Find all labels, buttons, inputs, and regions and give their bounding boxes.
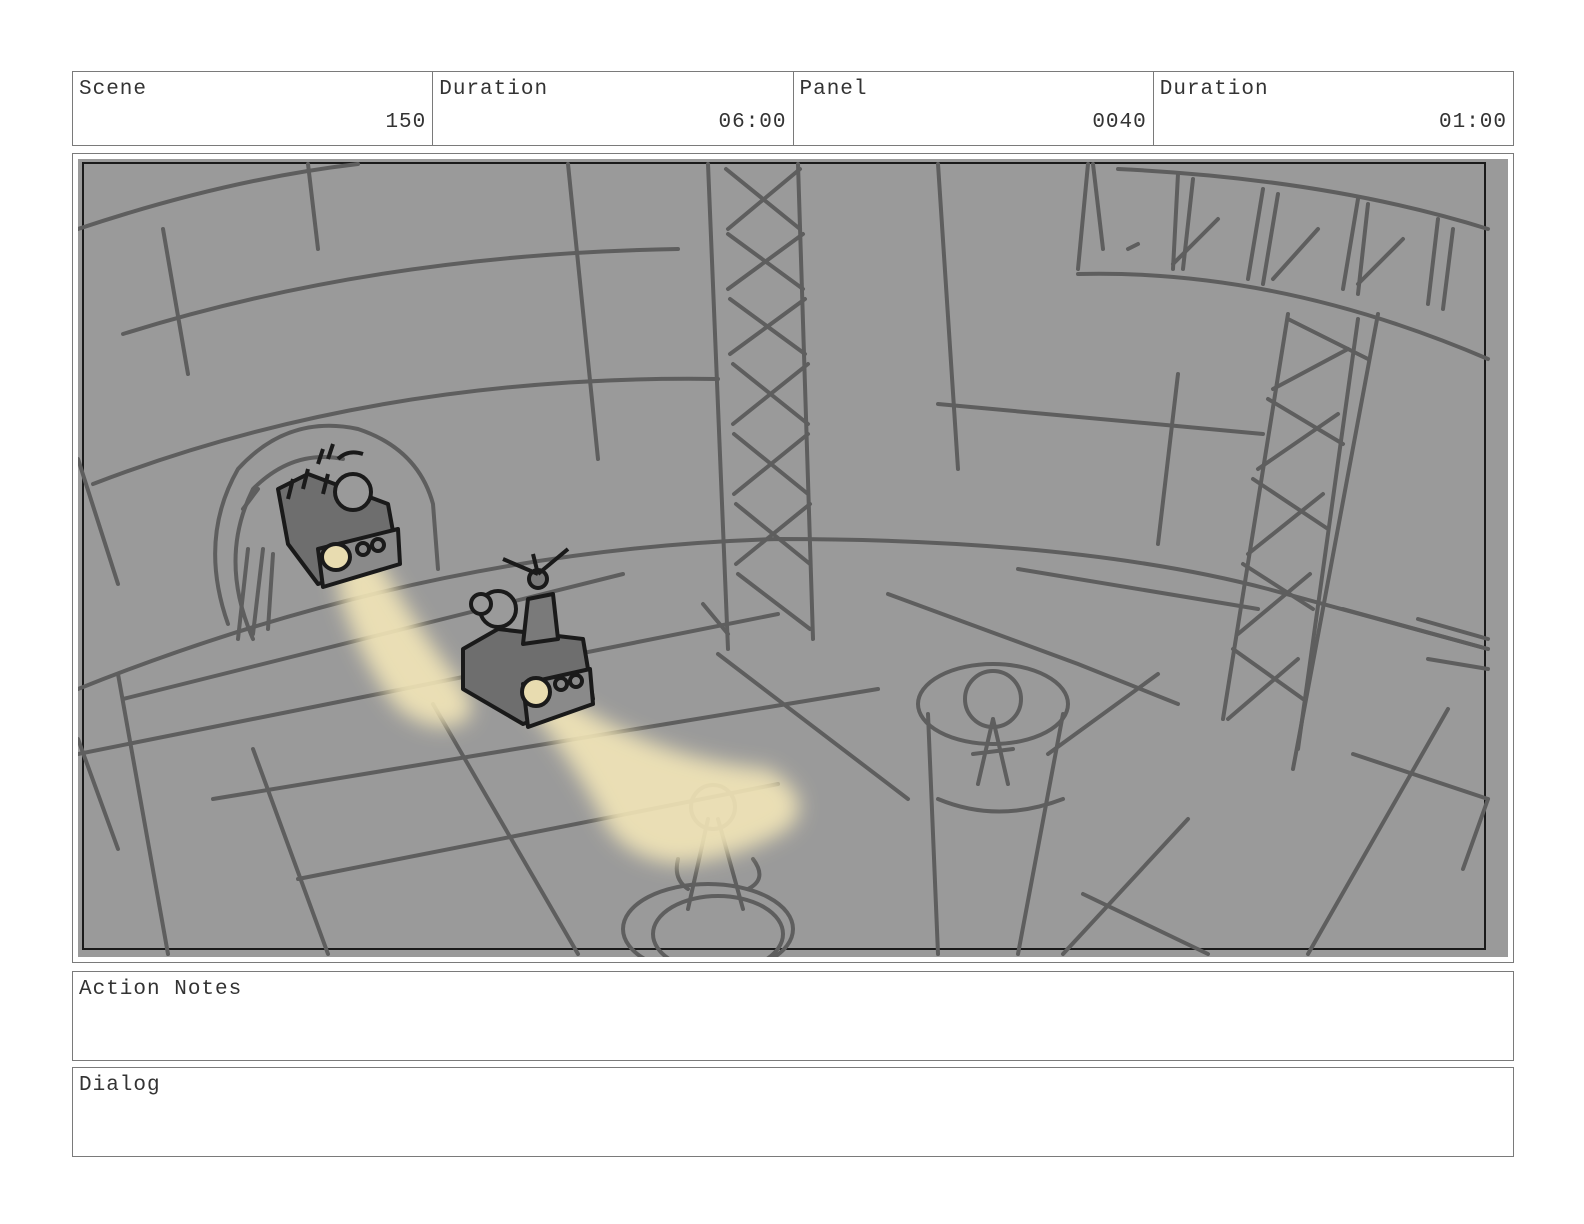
panel-cell: Panel 0040 — [794, 72, 1154, 145]
scene-duration-label: Duration — [439, 78, 549, 101]
header-bar: Scene 150 Duration 06:00 Panel 0040 Dura… — [72, 71, 1514, 146]
panel-value: 0040 — [1092, 111, 1147, 134]
scene-cell: Scene 150 — [73, 72, 434, 145]
rear-cart — [276, 443, 402, 589]
action-notes-box: Action Notes — [72, 971, 1514, 1061]
scene-duration-cell: Duration 06:00 — [433, 72, 794, 145]
panel-artwork — [78, 159, 1508, 957]
action-notes-label: Action Notes — [79, 978, 243, 1001]
panel-duration-cell: Duration 01:00 — [1154, 72, 1513, 145]
scene-label: Scene — [79, 78, 148, 101]
headlight-beam-front — [528, 689, 800, 864]
scene-duration-value: 06:00 — [718, 111, 787, 134]
scene-value: 150 — [385, 111, 427, 134]
background-sketch-lines — [78, 162, 1490, 957]
panel-duration-label: Duration — [1159, 78, 1269, 101]
dialog-box: Dialog — [72, 1067, 1514, 1157]
panel-duration-value: 01:00 — [1438, 111, 1507, 134]
storyboard-panel — [72, 153, 1514, 963]
headlight-beam-rear — [338, 554, 472, 727]
panel-label: Panel — [799, 78, 868, 101]
dialog-label: Dialog — [79, 1074, 161, 1097]
front-cart — [461, 547, 595, 729]
sketch-illustration — [78, 162, 1490, 957]
